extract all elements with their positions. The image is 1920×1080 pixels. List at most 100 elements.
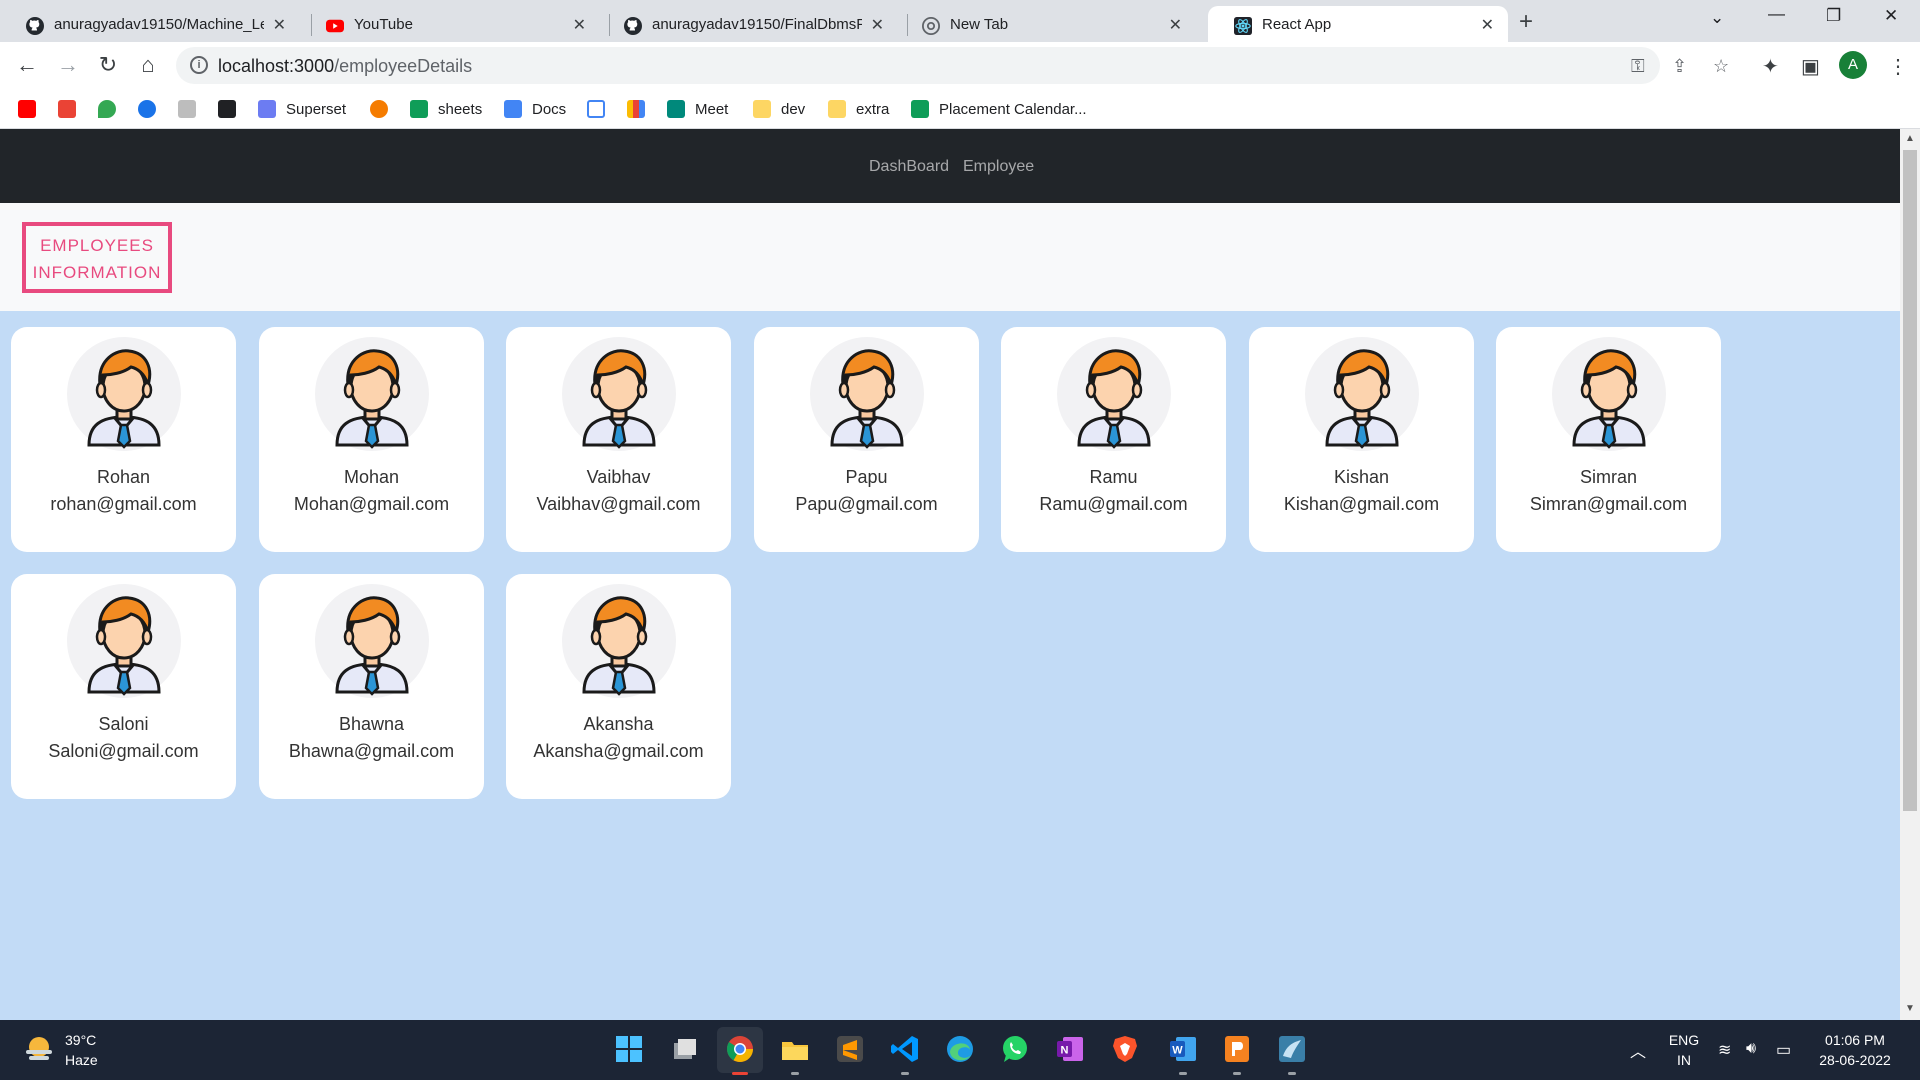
browser-tab[interactable]: YouTube ✕ (300, 6, 600, 42)
close-icon[interactable]: ✕ (573, 15, 586, 35)
key-icon[interactable]: ⚿ (1631, 56, 1645, 77)
bookmark-maps[interactable] (98, 97, 116, 121)
bookmark-c[interactable] (138, 97, 156, 121)
page-title-line2: INFORMATION (32, 263, 162, 282)
bookmark-placement-calendar[interactable]: Placement Calendar... (911, 97, 1087, 121)
bookmark-mt[interactable] (218, 97, 236, 121)
bookmark-docs[interactable]: Docs (504, 97, 566, 121)
bookmark-youtube[interactable] (18, 97, 36, 121)
forward-arrow-icon[interactable]: → (55, 52, 81, 78)
whatsapp-icon[interactable] (1000, 1034, 1030, 1064)
language-indicator-line2[interactable]: IN (1667, 1052, 1701, 1068)
employee-card[interactable]: Akansha Akansha@gmail.com (506, 574, 731, 799)
task-view-icon[interactable] (670, 1034, 700, 1064)
browser-tab[interactable]: anuragyadav19150/Machine_Lea ✕ (0, 6, 300, 42)
bookmark-meet[interactable]: Meet (667, 97, 728, 121)
bookmark-tool[interactable] (178, 97, 196, 121)
wifi-icon[interactable]: ≋ (1718, 1040, 1731, 1060)
windows-start-icon[interactable] (614, 1034, 644, 1064)
tray-overflow-chevron-icon[interactable]: ︿ (1630, 1038, 1646, 1062)
close-window-icon[interactable]: ✕ (1884, 6, 1898, 26)
employee-email: rohan@gmail.com (50, 494, 197, 514)
address-bar[interactable]: i localhost:3000/employeeDetails ⚿ ⇪ (176, 47, 1687, 84)
close-icon[interactable]: ✕ (1481, 15, 1494, 35)
bookmark-fruit[interactable] (370, 97, 388, 121)
site-info-icon[interactable]: i (190, 56, 208, 74)
bookmark-sheets[interactable]: sheets (410, 97, 482, 121)
header-band (0, 203, 1900, 311)
language-indicator-line1[interactable]: ENG (1667, 1032, 1701, 1048)
bookmark-gmail[interactable] (58, 97, 76, 121)
vscode-icon[interactable] (890, 1034, 920, 1064)
back-arrow-icon[interactable]: ← (14, 52, 40, 78)
employee-card[interactable]: Bhawna Bhawna@gmail.com (259, 574, 484, 799)
extensions-puzzle-icon[interactable]: ✦ (1762, 54, 1779, 79)
share-icon[interactable]: ⇪ (1672, 56, 1687, 77)
app-navbar: DashBoard Employee (0, 129, 1900, 203)
employee-card[interactable]: Saloni Saloni@gmail.com (11, 574, 236, 799)
employee-card[interactable]: Ramu Ramu@gmail.com (1001, 327, 1226, 552)
bookmark-star-icon[interactable]: ☆ (1713, 56, 1729, 77)
word-icon[interactable]: W (1168, 1034, 1198, 1064)
sublime-text-icon[interactable] (835, 1034, 865, 1064)
browser-tab-active[interactable]: React App ✕ (1208, 6, 1508, 42)
new-tab-plus-icon[interactable]: + (1519, 8, 1533, 36)
browser-tab[interactable]: anuragyadav19150/FinalDbmsPr ✕ (598, 6, 898, 42)
weather-haze-icon[interactable] (22, 1032, 56, 1066)
profile-avatar[interactable]: A (1839, 51, 1867, 79)
brave-icon[interactable] (1110, 1034, 1140, 1064)
menu-kebab-icon[interactable]: ⋮ (1888, 54, 1908, 79)
employee-avatar-icon (1057, 337, 1171, 451)
clock-date[interactable]: 28-06-2022 (1808, 1052, 1902, 1068)
folder-icon (753, 100, 771, 118)
battery-icon[interactable]: ▭ (1776, 1040, 1791, 1060)
onenote-icon[interactable]: N (1055, 1034, 1085, 1064)
volume-icon[interactable]: 🔊︎ (1746, 1040, 1756, 1058)
reload-icon[interactable]: ↻ (95, 52, 121, 78)
page-scrollbar[interactable]: ▲ ▼ (1900, 129, 1920, 1020)
side-panel-icon[interactable]: ▣ (1801, 54, 1820, 79)
bookmark-folder-dev[interactable]: dev (753, 97, 805, 121)
employee-email: Simran@gmail.com (1529, 494, 1688, 514)
chrome-icon[interactable] (725, 1034, 755, 1064)
home-icon[interactable]: ⌂ (135, 52, 161, 78)
employee-card[interactable]: Papu Papu@gmail.com (754, 327, 979, 552)
browser-tab[interactable]: New Tab ✕ (896, 6, 1196, 42)
employee-card[interactable]: Simran Simran@gmail.com (1496, 327, 1721, 552)
minimize-icon[interactable]: — (1768, 4, 1785, 24)
nav-link-employee[interactable]: Employee (963, 158, 1034, 176)
mysql-workbench-icon[interactable] (1277, 1034, 1307, 1064)
employee-name: Vaibhav (586, 467, 651, 487)
bookmark-folder-extra[interactable]: extra (828, 97, 889, 121)
employee-card[interactable]: Rohan rohan@gmail.com (11, 327, 236, 552)
page-title: EMPLOYEES INFORMATION (22, 222, 172, 293)
clock-time[interactable]: 01:06 PM (1808, 1032, 1902, 1048)
bookmark-superset[interactable]: Superset (258, 97, 346, 121)
vscode-running-indicator (901, 1072, 909, 1075)
employee-email: Akansha@gmail.com (533, 741, 704, 761)
mt-icon (218, 100, 236, 118)
close-icon[interactable]: ✕ (871, 15, 884, 35)
sheets-icon (911, 100, 929, 118)
scroll-up-arrow-icon[interactable]: ▲ (1905, 133, 1915, 144)
bookmark-calendar[interactable] (587, 97, 605, 121)
employee-card[interactable]: Vaibhav Vaibhav@gmail.com (506, 327, 731, 552)
edge-icon[interactable] (945, 1034, 975, 1064)
bookmark-label: extra (856, 100, 890, 118)
tab-search-chevron-icon[interactable]: ⌄ (1710, 8, 1724, 28)
nav-link-dashboard[interactable]: DashBoard (869, 158, 949, 176)
bookmark-chart[interactable] (627, 97, 645, 121)
employee-card[interactable]: Mohan Mohan@gmail.com (259, 327, 484, 552)
file-explorer-icon[interactable] (780, 1034, 810, 1064)
close-icon[interactable]: ✕ (1169, 15, 1182, 35)
tab-title: New Tab (950, 16, 1009, 33)
employee-card[interactable]: Kishan Kishan@gmail.com (1249, 327, 1474, 552)
bookmark-label: sheets (438, 100, 483, 118)
scroll-down-arrow-icon[interactable]: ▼ (1905, 1003, 1915, 1014)
close-icon[interactable]: ✕ (273, 15, 286, 35)
scrollbar-thumb[interactable] (1903, 150, 1917, 811)
restore-icon[interactable]: ❐ (1826, 6, 1841, 26)
svg-text:W: W (1172, 1045, 1183, 1057)
pdf-reader-icon[interactable] (1222, 1034, 1252, 1064)
calendar-icon (587, 100, 605, 118)
